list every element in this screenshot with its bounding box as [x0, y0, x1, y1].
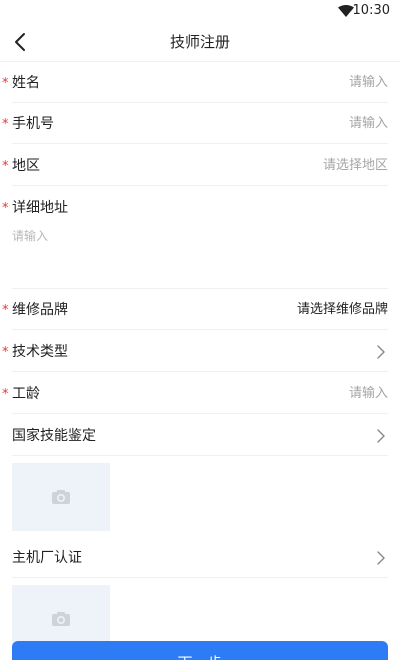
region-label-wrap: * 地区	[2, 157, 40, 175]
address-textarea[interactable]	[12, 227, 382, 283]
oem-cert-label: 主机厂认证	[12, 550, 82, 566]
status-time: 10:30	[352, 3, 390, 18]
chevron-right-icon	[377, 551, 385, 565]
required-mark: *	[2, 201, 9, 216]
required-mark: *	[2, 387, 9, 402]
required-mark: *	[2, 117, 9, 132]
region-select[interactable]: 请选择地区	[323, 157, 388, 175]
page-title: 技师注册	[169, 33, 230, 51]
chevron-right-icon	[377, 345, 385, 359]
address-label: 详细地址	[12, 200, 68, 216]
address-block: * 详细地址	[2, 187, 388, 289]
address-label-wrap: * 详细地址	[2, 199, 68, 217]
status-bar: 10:30	[0, 0, 400, 22]
phone-input[interactable]: 请输入	[349, 115, 388, 133]
national-cert-upload[interactable]	[12, 463, 110, 531]
camera-icon	[52, 490, 70, 504]
required-mark: *	[2, 345, 9, 360]
brand-row[interactable]: * 维修品牌 请选择维修品牌	[2, 289, 388, 330]
region-label: 地区	[12, 158, 40, 174]
seniority-input[interactable]: 请输入	[349, 385, 388, 403]
seniority-label: 工龄	[12, 386, 40, 402]
brand-select[interactable]: 请选择维修品牌	[297, 301, 388, 319]
name-input[interactable]: 请输入	[349, 74, 388, 92]
seniority-row[interactable]: * 工龄 请输入	[2, 373, 388, 414]
phone-label: 手机号	[12, 116, 54, 132]
seniority-label-wrap: * 工龄	[2, 385, 40, 403]
region-row[interactable]: * 地区 请选择地区	[2, 145, 388, 186]
chevron-right-icon	[377, 429, 385, 443]
national-cert-label: 国家技能鉴定	[12, 428, 96, 444]
camera-icon	[52, 612, 70, 626]
phone-row[interactable]: * 手机号 请输入	[2, 103, 388, 144]
oem-cert-row[interactable]: 主机厂认证	[12, 537, 388, 578]
name-row[interactable]: * 姓名 请输入	[2, 62, 388, 103]
name-label: 姓名	[12, 75, 40, 91]
tech-type-label-wrap: * 技术类型	[2, 343, 68, 361]
nav-bar: 技师注册	[0, 22, 400, 62]
name-label-wrap: * 姓名	[2, 74, 40, 92]
next-button[interactable]: 下一步	[12, 641, 388, 660]
national-cert-row[interactable]: 国家技能鉴定	[12, 415, 388, 456]
required-mark: *	[2, 159, 9, 174]
required-mark: *	[2, 303, 9, 318]
brand-label: 维修品牌	[12, 302, 68, 318]
phone-label-wrap: * 手机号	[2, 115, 54, 133]
required-mark: *	[2, 76, 9, 91]
tech-type-row[interactable]: * 技术类型	[2, 331, 388, 372]
brand-label-wrap: * 维修品牌	[2, 301, 68, 319]
tech-type-label: 技术类型	[12, 344, 68, 360]
